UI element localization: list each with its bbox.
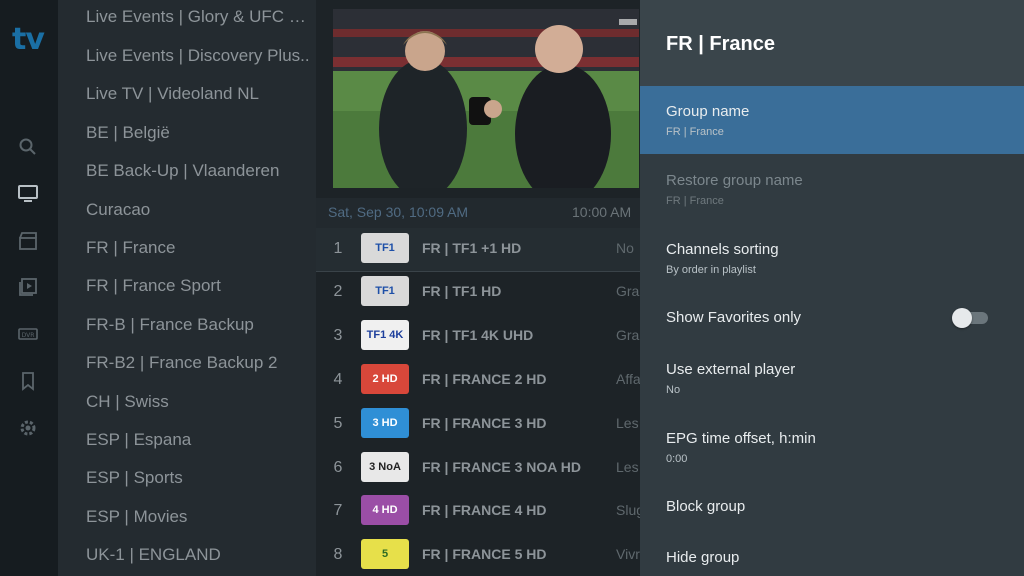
channel-row[interactable]: 7 4 HD FR | FRANCE 4 HD Slug <box>316 490 644 533</box>
channel-row[interactable]: 1 TF1 FR | TF1 +1 HD No <box>316 228 640 272</box>
channel-program: Les <box>616 459 639 475</box>
channel-program: No <box>616 240 634 256</box>
channel-row[interactable]: 5 3 HD FR | FRANCE 3 HD Les <box>316 403 640 446</box>
setting-label: Show Favorites only <box>666 309 802 326</box>
setting-channels-sorting[interactable]: Channels sorting By order in playlist <box>640 224 1024 292</box>
channel-row[interactable]: 2 TF1 FR | TF1 HD Gra <box>316 271 640 314</box>
group-item[interactable]: Curacao <box>86 191 312 229</box>
setting-label: Use external player <box>666 361 796 378</box>
group-item[interactable]: Live Events | Discovery Plus.. <box>86 37 312 75</box>
channel-number: 8 <box>333 546 343 563</box>
channel-number: 2 <box>333 283 343 300</box>
setting-restore-group-name[interactable]: Restore group name FR | France <box>640 155 1024 223</box>
group-item[interactable]: FR-B2 | France Backup 2 <box>86 344 312 382</box>
channel-number: 6 <box>333 459 343 476</box>
channel-program: Gra <box>616 283 640 299</box>
channel-program: Les <box>616 415 639 431</box>
channel-row[interactable]: 8 5 FR | FRANCE 5 HD Vivr <box>316 534 640 576</box>
channel-logo: 4 HD <box>361 495 409 525</box>
channel-logo: 3 HD <box>361 408 409 438</box>
favorites-toggle[interactable] <box>952 308 988 328</box>
channel-number: 5 <box>333 415 343 432</box>
toggle-knob <box>952 308 972 328</box>
dvr-icon[interactable]: DVR <box>17 323 39 345</box>
channel-number: 4 <box>333 371 343 388</box>
group-item[interactable]: ESP | Movies <box>86 498 312 536</box>
channel-name: FR | FRANCE 3 NOA HD <box>422 459 581 475</box>
setting-value: By order in playlist <box>666 264 756 276</box>
panel-title: FR | France <box>666 33 775 55</box>
bookmark-icon[interactable] <box>17 370 39 392</box>
channel-row[interactable]: 4 2 HD FR | FRANCE 2 HD Affa <box>316 359 641 402</box>
setting-group-name[interactable]: Group name FR | France <box>640 86 1024 154</box>
svg-text:DVR: DVR <box>22 332 35 339</box>
setting-label: Block group <box>666 498 746 515</box>
channel-number: 3 <box>333 327 343 344</box>
setting-label: Channels sorting <box>666 241 779 258</box>
channel-logo: 3 NoA <box>361 452 409 482</box>
app-root: tv DVR Live Events | Glory & UFC an.. Li… <box>0 0 1024 576</box>
group-item[interactable]: BE | België <box>86 114 312 152</box>
tv-icon[interactable] <box>17 182 39 204</box>
video-preview[interactable] <box>333 9 639 188</box>
group-item[interactable]: CH | Swiss <box>86 383 312 421</box>
setting-show-favorites-only[interactable]: Show Favorites only <box>640 284 1024 352</box>
channel-name: FR | TF1 4K UHD <box>422 327 534 343</box>
channel-logo: TF1 4K <box>361 320 409 350</box>
setting-label: Group name <box>666 103 750 120</box>
channel-name: FR | FRANCE 2 HD <box>422 371 547 387</box>
app-logo: tv <box>12 22 45 57</box>
group-item[interactable]: BE Back-Up | Vlaanderen <box>86 152 312 190</box>
setting-epg-time-offset[interactable]: EPG time offset, h:min 0:00 <box>640 413 1024 481</box>
channel-name: FR | FRANCE 4 HD <box>422 502 547 518</box>
channel-row[interactable]: 6 3 NoA FR | FRANCE 3 NOA HD Les <box>316 447 640 490</box>
group-item[interactable]: Live TV | Videoland NL <box>86 75 312 113</box>
group-item[interactable]: FR | France Sport <box>86 267 312 305</box>
setting-label: Hide group <box>666 549 740 566</box>
epg-next-time: 10:00 AM <box>572 204 632 220</box>
group-list: Live Events | Glory & UFC an.. Live Even… <box>58 0 316 576</box>
channel-logo: TF1 <box>361 276 409 306</box>
setting-value: 0:00 <box>666 453 688 465</box>
setting-value: No <box>666 384 681 396</box>
movie-clapper-icon[interactable] <box>17 230 39 252</box>
video-library-icon[interactable] <box>17 276 39 298</box>
group-settings-panel: FR | France Group name FR | France Resto… <box>640 0 1024 576</box>
channel-name: FR | TF1 HD <box>422 283 502 299</box>
channel-logo: 5 <box>361 539 409 569</box>
epg-current-date: Sat, Sep 30, 10:09 AM <box>328 204 469 220</box>
gear-icon[interactable] <box>17 417 39 439</box>
group-item[interactable]: Live Events | Glory & UFC an.. <box>86 0 312 36</box>
panel-header: FR | France <box>640 0 1024 86</box>
setting-value: FR | France <box>666 126 724 138</box>
channel-name: FR | TF1 +1 HD <box>422 240 522 256</box>
channel-number: 7 <box>333 502 343 519</box>
setting-use-external-player[interactable]: Use external player No <box>640 344 1024 412</box>
group-item[interactable]: FR-B | France Backup <box>86 306 312 344</box>
channel-logo: 2 HD <box>361 364 409 394</box>
group-item-selected[interactable]: FR | France <box>86 229 312 267</box>
channel-row[interactable]: 3 TF1 4K FR | TF1 4K UHD Gra <box>316 315 640 358</box>
channel-program: Vivr <box>616 546 640 562</box>
group-item[interactable]: ESP | Espana <box>86 421 312 459</box>
search-icon[interactable] <box>17 136 39 158</box>
group-item[interactable]: ESP | Sports <box>86 459 312 497</box>
group-item[interactable]: UK-1 | ENGLAND <box>86 536 312 574</box>
channel-name: FR | FRANCE 5 HD <box>422 546 547 562</box>
channel-number: 1 <box>333 240 343 257</box>
setting-value: FR | France <box>666 195 724 207</box>
channel-logo: TF1 <box>361 233 409 263</box>
setting-label: Restore group name <box>666 172 803 189</box>
channel-program: Gra <box>616 327 640 343</box>
setting-hide-group[interactable]: Hide group <box>640 526 1024 576</box>
channel-program: Affa <box>616 371 641 387</box>
channel-name: FR | FRANCE 3 HD <box>422 415 547 431</box>
epg-time-bar: Sat, Sep 30, 10:09 AM 10:00 AM <box>316 198 640 228</box>
video-frame <box>333 9 639 188</box>
nav-rail: tv DVR <box>0 0 58 576</box>
setting-label: EPG time offset, h:min <box>666 430 816 447</box>
